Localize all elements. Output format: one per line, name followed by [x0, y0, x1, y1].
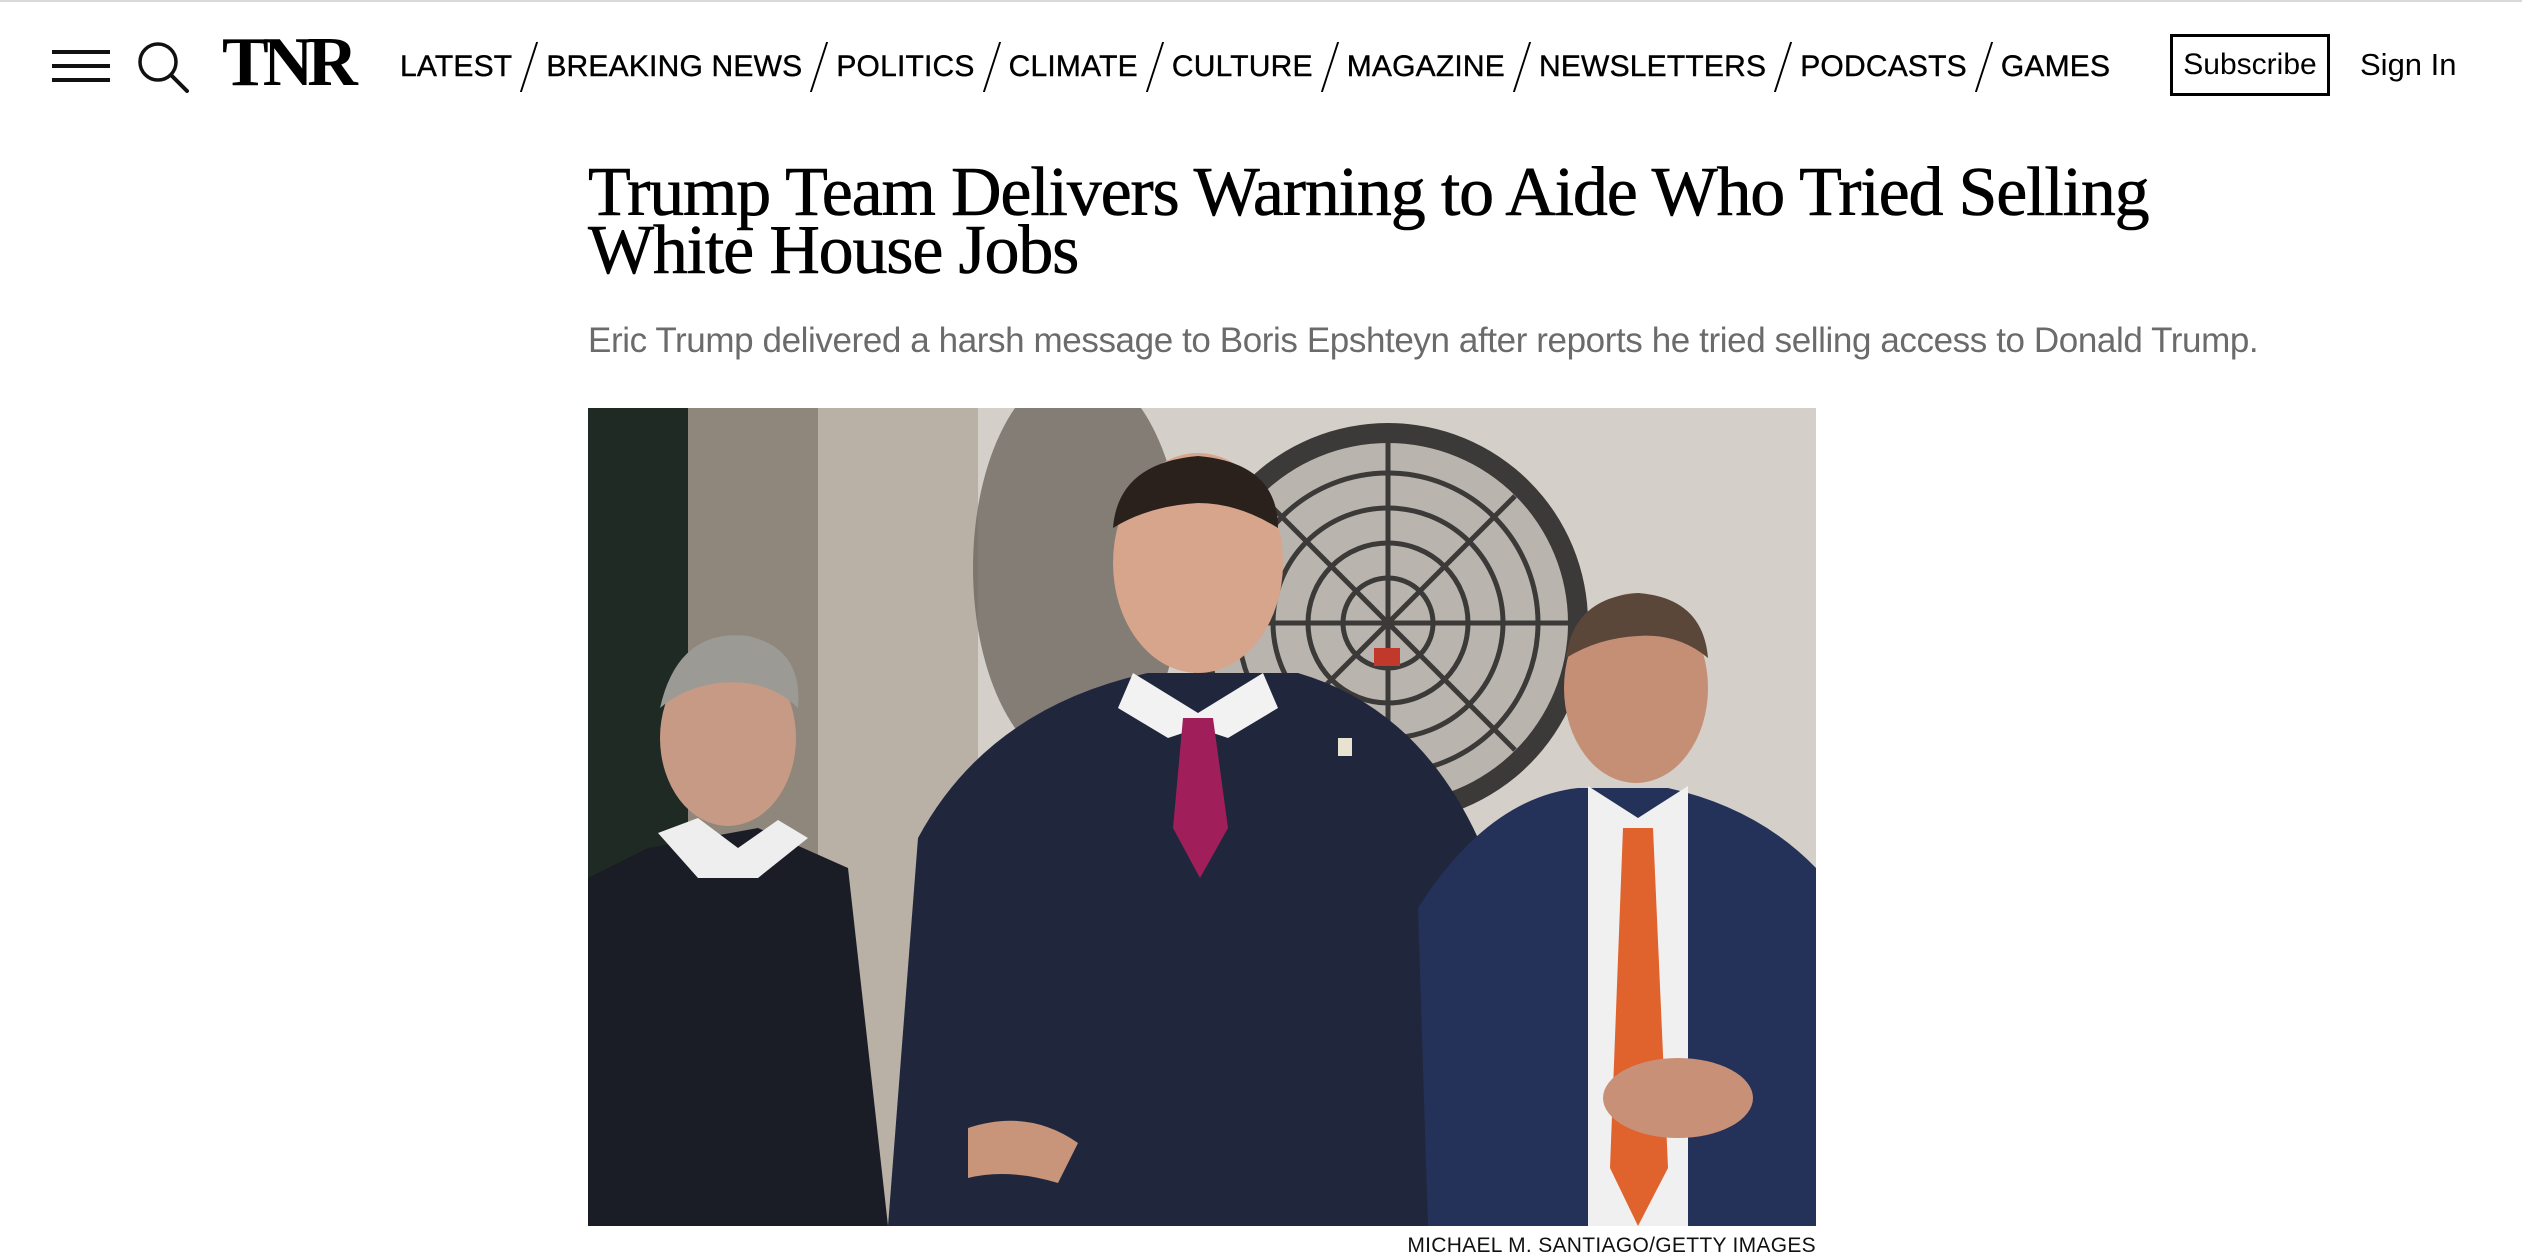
article-dek: Eric Trump delivered a harsh message to … [588, 321, 2259, 360]
nav-divider [810, 42, 829, 92]
hamburger-menu-icon[interactable] [52, 48, 112, 84]
nav-item-politics[interactable]: POLITICS [836, 50, 975, 84]
subscribe-button[interactable]: Subscribe [2170, 34, 2330, 96]
nav-item-climate[interactable]: CLIMATE [1008, 50, 1137, 84]
nav-divider [1512, 42, 1532, 92]
search-icon[interactable] [136, 40, 190, 94]
nav-divider [1974, 42, 1993, 92]
photo-illustration [588, 408, 1816, 1226]
nav-divider [1145, 42, 1164, 92]
main-nav: LATEST BREAKING NEWS POLITICS CLIMATE CU… [400, 36, 2110, 98]
nav-item-podcasts[interactable]: PODCASTS [1800, 50, 1967, 84]
nav-item-games[interactable]: GAMES [2001, 50, 2111, 84]
sign-in-link[interactable]: Sign In [2360, 34, 2457, 96]
nav-divider [520, 42, 539, 92]
site-header: TNR LATEST BREAKING NEWS POLITICS CLIMAT… [0, 2, 2522, 132]
nav-divider [1774, 42, 1793, 92]
nav-item-latest[interactable]: LATEST [400, 50, 513, 84]
site-logo[interactable]: TNR [222, 28, 358, 98]
photo-credit: MICHAEL M. SANTIAGO/GETTY IMAGES [1407, 1234, 1816, 1257]
nav-item-newsletters[interactable]: NEWSLETTERS [1539, 50, 1766, 84]
nav-item-breaking-news[interactable]: BREAKING NEWS [546, 50, 802, 84]
article-headline: Trump Team Delivers Warning to Aide Who … [588, 154, 2150, 289]
article-photo [588, 408, 1816, 1226]
nav-divider [982, 42, 1001, 92]
nav-item-magazine[interactable]: MAGAZINE [1347, 50, 1505, 84]
nav-divider [1320, 42, 1339, 92]
nav-item-culture[interactable]: CULTURE [1172, 50, 1313, 84]
